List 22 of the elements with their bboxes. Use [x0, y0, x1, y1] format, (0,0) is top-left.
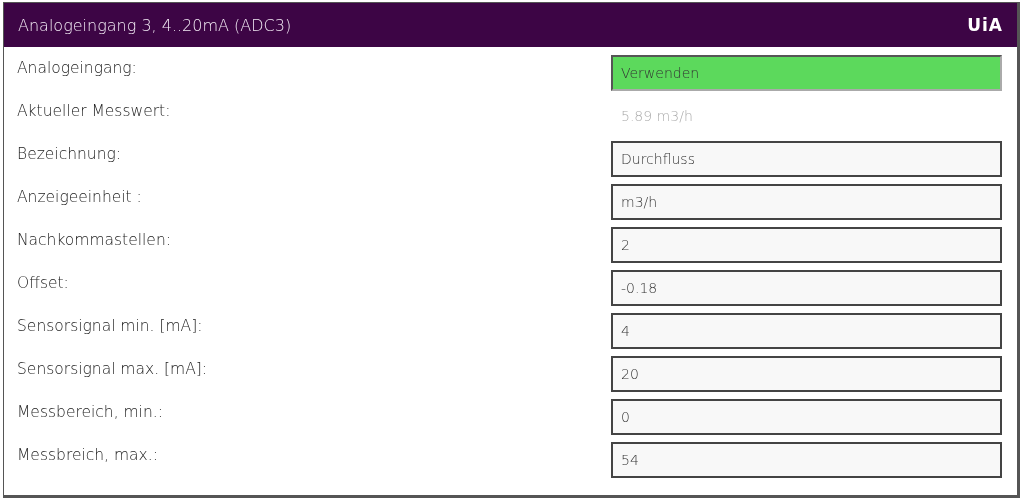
input-field[interactable]: 54 [611, 442, 1002, 478]
field-label: Sensorsignal max. [mA]: [17, 360, 207, 378]
input-field[interactable]: 20 [611, 356, 1002, 392]
field-label: Aktueller Messwert: [17, 102, 171, 120]
input-field[interactable]: 4 [611, 313, 1002, 349]
input-field[interactable]: -0.18 [611, 270, 1002, 306]
input-field[interactable]: Durchfluss [611, 141, 1002, 177]
field-label: Nachkommastellen: [17, 231, 171, 249]
select-field[interactable]: Verwenden [611, 55, 1002, 91]
readout-value: 5.89 m3/h [620, 107, 694, 126]
input-field[interactable]: 0 [611, 399, 1002, 435]
input-field[interactable]: m3/h [611, 184, 1002, 220]
logo: UiA [967, 15, 1003, 35]
panel-title: Analogeingang 3, 4..20mA (ADC3) [18, 15, 292, 35]
field-label: Analogeingang: [17, 59, 137, 77]
field-label: Offset: [17, 274, 69, 292]
field-label: Anzeigeeinheit : [17, 188, 142, 206]
field-label: Messbereich, min.: [17, 403, 163, 421]
input-field[interactable]: 2 [611, 227, 1002, 263]
field-label: Sensorsignal min. [mA]: [17, 317, 203, 335]
field-label: Bezeichnung: [17, 145, 121, 163]
field-label: Messbreich, max.: [17, 446, 158, 464]
